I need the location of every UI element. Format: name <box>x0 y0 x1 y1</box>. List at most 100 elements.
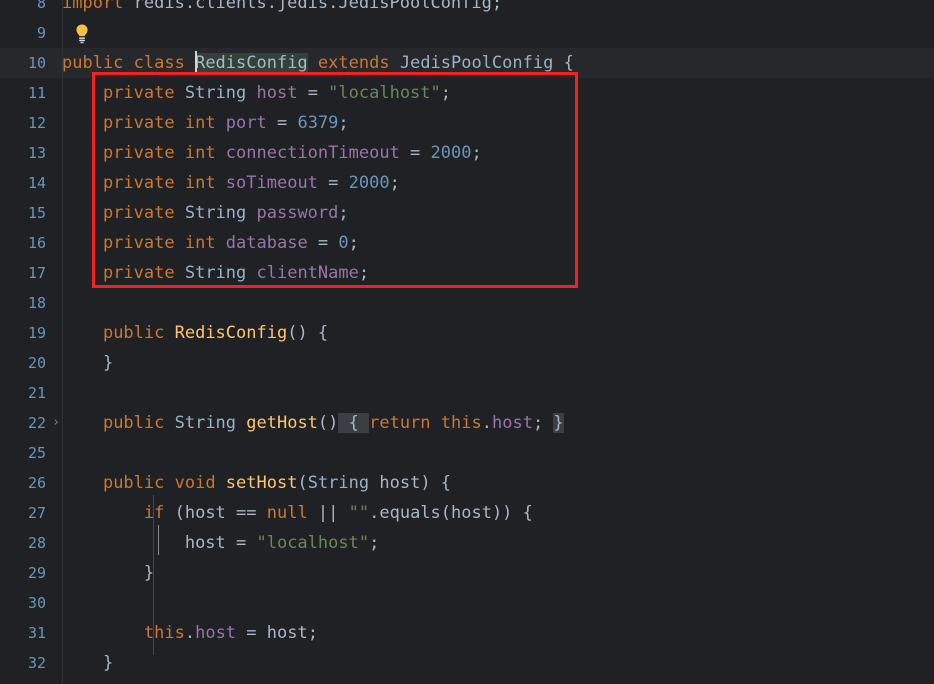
code-line-content[interactable]: if (host == null || "".equals(host)) { <box>62 498 533 528</box>
code-line-content[interactable]: public String getHost() { return this.ho… <box>62 408 564 438</box>
code-token: return <box>369 413 441 433</box>
code-token: getHost <box>246 413 318 433</box>
code-line-content[interactable]: host = "localhost"; <box>62 528 380 558</box>
code-line-content[interactable]: public class RedisConfig extends JedisPo… <box>62 48 574 78</box>
code-token: host <box>195 623 237 643</box>
code-token: || <box>307 503 349 523</box>
code-line[interactable]: 14 private int soTimeout = 2000; <box>0 168 934 198</box>
code-token: host = <box>184 533 257 553</box>
line-number-gutter[interactable]: 25 <box>0 438 62 468</box>
code-token: 2000 <box>348 173 390 193</box>
code-line[interactable]: 28 host = "localhost"; <box>0 528 934 558</box>
line-number-gutter[interactable]: 18 <box>0 288 62 318</box>
code-token: String <box>184 263 257 283</box>
code-line[interactable]: 27 if (host == null || "".equals(host)) … <box>0 498 934 528</box>
line-number-gutter[interactable]: 8 <box>0 0 62 18</box>
code-token: . <box>481 413 492 433</box>
line-number-gutter[interactable]: 26 <box>0 468 62 498</box>
line-number-gutter[interactable]: 16 <box>0 228 62 258</box>
line-number-gutter[interactable]: 29 <box>0 558 62 588</box>
code-line[interactable]: 31 this.host = host; <box>0 618 934 648</box>
code-line-content[interactable]: private int connectionTimeout = 2000; <box>62 138 482 168</box>
code-token: this <box>440 413 482 433</box>
code-line[interactable]: 13 private int connectionTimeout = 2000; <box>0 138 934 168</box>
code-token: private <box>102 203 185 223</box>
line-number-gutter[interactable]: 10 <box>0 48 62 78</box>
code-token: { <box>553 53 574 73</box>
code-line-content[interactable]: private String password; <box>62 198 349 228</box>
line-number-gutter[interactable]: 15 <box>0 198 62 228</box>
code-line[interactable]: 17 private String clientName; <box>0 258 934 288</box>
code-token: int <box>184 143 226 163</box>
line-number-gutter[interactable]: 14 <box>0 168 62 198</box>
code-token: ) { <box>420 473 452 493</box>
code-line[interactable]: 19 public RedisConfig() { <box>0 318 934 348</box>
line-number: 17 <box>27 264 46 282</box>
code-line-content[interactable]: import redis.clients.jedis.JedisPoolConf… <box>62 0 502 18</box>
code-line-content[interactable]: } <box>62 648 113 678</box>
line-number-gutter[interactable]: 21 <box>0 378 62 408</box>
code-line[interactable]: 21 <box>0 378 934 408</box>
line-number: 13 <box>27 144 46 162</box>
code-token: password <box>256 203 339 223</box>
line-number-gutter[interactable]: 12 <box>0 108 62 138</box>
line-number-gutter[interactable]: 32 <box>0 648 62 678</box>
line-number-gutter[interactable]: 9 <box>0 18 62 48</box>
code-line-content[interactable]: private int soTimeout = 2000; <box>62 168 400 198</box>
code-token: setHost <box>225 473 298 493</box>
code-line-content[interactable]: public RedisConfig() { <box>62 318 328 348</box>
code-token: private <box>102 173 185 193</box>
line-number-gutter[interactable]: 17 <box>0 258 62 288</box>
code-token: public <box>62 53 134 73</box>
code-line-content[interactable]: this.host = host; <box>62 618 318 648</box>
code-token: ; <box>471 143 482 163</box>
line-number-gutter[interactable]: 11 <box>0 78 62 108</box>
code-line[interactable]: 18 <box>0 288 934 318</box>
code-line-content[interactable]: private String host = "localhost"; <box>62 78 451 108</box>
code-token: null <box>266 503 308 523</box>
code-line[interactable]: 11 private String host = "localhost"; <box>0 78 934 108</box>
code-line[interactable]: 20 } <box>0 348 934 378</box>
line-number-gutter[interactable]: 27 <box>0 498 62 528</box>
line-number-gutter[interactable]: 28 <box>0 528 62 558</box>
text-caret <box>195 51 198 72</box>
code-line[interactable]: 32 } <box>0 648 934 678</box>
code-token: JedisPoolConfig <box>399 53 554 73</box>
code-line[interactable]: 9 <box>0 18 934 48</box>
code-line[interactable]: 10 public class RedisConfig extends Jedis… <box>0 48 934 78</box>
line-number-gutter[interactable]: 20 <box>0 348 62 378</box>
line-number-gutter[interactable]: 31 <box>0 618 62 648</box>
code-line[interactable]: 8 import redis.clients.jedis.JedisPoolCon… <box>0 0 934 18</box>
code-line-content[interactable]: private int database = 0; <box>62 228 359 258</box>
code-line-content[interactable]: private int port = 6379; <box>62 108 349 138</box>
code-line[interactable]: 30 <box>0 588 934 618</box>
code-token: RedisConfig <box>174 323 288 343</box>
code-token: ; <box>369 533 380 553</box>
code-line-content[interactable]: public void setHost(String host) { <box>62 468 451 498</box>
line-number: 32 <box>27 654 46 672</box>
code-token: connectionTimeout <box>225 143 400 163</box>
code-token: ; <box>338 113 349 133</box>
code-line-content[interactable]: } <box>62 558 154 588</box>
code-line[interactable]: 26 public void setHost(String host) { <box>0 468 934 498</box>
code-line[interactable]: 12 private int port = 6379; <box>0 108 934 138</box>
code-editor[interactable]: 8 import redis.clients.jedis.JedisPoolCon… <box>0 0 934 684</box>
code-token: clientName <box>256 263 359 283</box>
code-token: String <box>307 473 380 493</box>
code-line[interactable]: 25 <box>0 438 934 468</box>
code-line-content[interactable]: private String clientName; <box>62 258 369 288</box>
code-line[interactable]: 22 › public String getHost() { return thi… <box>0 408 934 438</box>
code-line[interactable]: 16 private int database = 0; <box>0 228 934 258</box>
chevron-right-icon[interactable]: › <box>52 408 60 438</box>
code-line-content[interactable]: } <box>62 348 113 378</box>
line-number-gutter[interactable]: 13 <box>0 138 62 168</box>
code-token: private <box>102 83 185 103</box>
line-number-gutter[interactable]: 19 <box>0 318 62 348</box>
line-number-gutter[interactable]: 22 › <box>0 408 62 438</box>
code-line[interactable]: 15 private String password; <box>0 198 934 228</box>
lightbulb-icon[interactable] <box>72 23 92 44</box>
line-number-gutter[interactable]: 30 <box>0 588 62 618</box>
code-line[interactable]: 29 } <box>0 558 934 588</box>
